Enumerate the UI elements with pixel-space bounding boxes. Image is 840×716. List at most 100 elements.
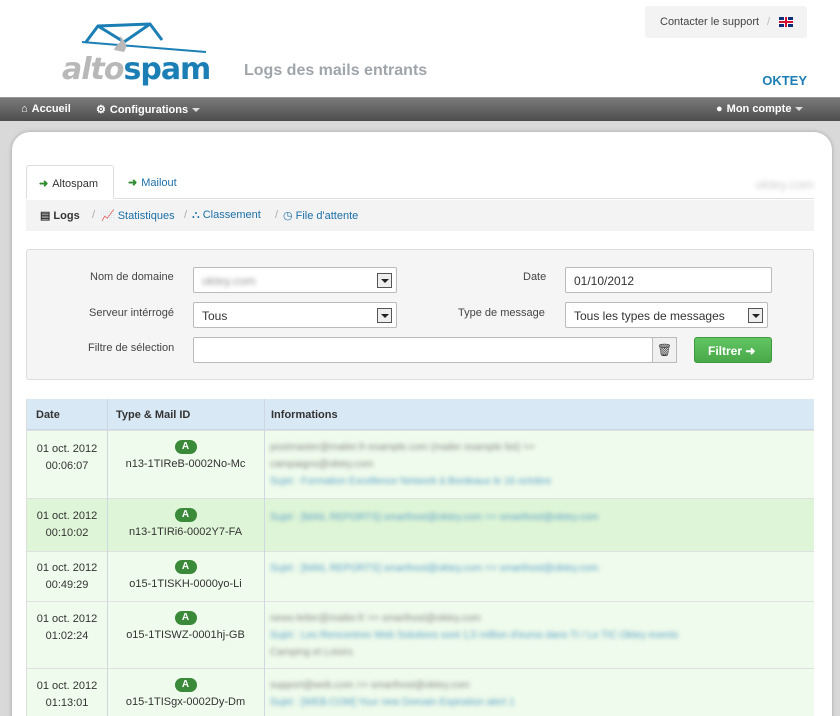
user-icon: ●: [716, 103, 723, 115]
message-type-select[interactable]: Tous les types de messages: [565, 302, 768, 328]
tab-altospam-label: Altospam: [52, 178, 99, 190]
nav-configurations-label: Configurations: [109, 104, 189, 116]
table-header: Date Type & Mail ID Informations: [27, 399, 814, 430]
selection-filter-label: Filtre de sélection: [88, 342, 175, 354]
row-date: 01 oct. 2012: [36, 613, 98, 625]
nav-home-label: Accueil: [31, 103, 71, 115]
info-recipient: campaigns@oktey.com: [270, 459, 374, 470]
nav-configurations[interactable]: ⚙ Configurations: [96, 103, 201, 116]
mail-id[interactable]: n13-1TIReB-0002No-Mc: [107, 458, 264, 470]
page-title: Logs des mails entrants: [244, 62, 428, 79]
chart-icon: 📈: [101, 210, 115, 222]
mail-id[interactable]: o15-1TISWZ-0001hj-GB: [107, 629, 264, 641]
server-label: Serveur intérrogé: [89, 307, 174, 319]
row-date: 01 oct. 2012: [36, 680, 98, 692]
support-link[interactable]: Contacter le support: [660, 16, 759, 28]
filter-button[interactable]: Filtrer ➜: [694, 337, 772, 363]
info-sender: news-letter@mailer.fr >> smarthost@oktey…: [270, 613, 481, 624]
hierarchy-icon: ⛬: [192, 209, 200, 221]
chevron-down-icon: [192, 108, 201, 113]
row-time: 01:02:24: [45, 630, 89, 642]
server-select[interactable]: Tous: [193, 302, 397, 328]
logo-alto: alto: [62, 52, 124, 87]
table-row[interactable]: 01 oct. 2012 00:49:29 Ao15-1TISKH-0000yo-…: [27, 551, 814, 601]
table-row[interactable]: 01 oct. 2012 00:06:07 An13-1TIReB-0002No-…: [27, 430, 814, 498]
column-header-date[interactable]: Date: [36, 409, 60, 421]
uk-flag-icon[interactable]: [779, 17, 793, 27]
info-subject: Sujet : [MAIL REPORTS] smarthost@oktey.c…: [270, 512, 599, 523]
home-icon: ⌂: [21, 103, 28, 115]
chevron-down-icon[interactable]: [377, 273, 392, 288]
subnav-separator: /: [184, 209, 188, 221]
type-badge: A: [174, 440, 197, 454]
type-badge: A: [174, 611, 197, 625]
altospam-logo[interactable]: altospam: [58, 20, 218, 92]
mail-id[interactable]: o15-1TISKH-0000yo-Li: [107, 578, 264, 590]
trash-icon[interactable]: 🗑: [652, 337, 677, 363]
row-time: 00:10:02: [45, 527, 89, 539]
logs-table: Date Type & Mail ID Informations 01 oct.…: [26, 399, 814, 716]
tab-altospam[interactable]: ➜ Altospam: [26, 165, 114, 199]
row-date: 01 oct. 2012: [36, 510, 98, 522]
service-tabs: ➜ Altospam ➜ Mailout oktey.com: [26, 165, 814, 199]
column-header-info[interactable]: Informations: [271, 409, 338, 421]
type-badge: A: [174, 678, 197, 692]
subnav-separator: /: [92, 209, 96, 221]
logo-text: altospam: [62, 52, 211, 87]
selection-filter-input[interactable]: [193, 337, 653, 363]
nav-account-label: Mon compte: [726, 103, 792, 115]
column-divider: [107, 399, 108, 716]
server-select-value: Tous: [202, 309, 228, 323]
row-time: 01:13:01: [45, 697, 89, 709]
column-header-type[interactable]: Type & Mail ID: [116, 409, 190, 421]
row-time: 00:49:29: [45, 579, 89, 591]
gear-icon: ⚙: [96, 104, 106, 116]
tab-mailout-label: Mailout: [141, 177, 177, 189]
table-row[interactable]: 01 oct. 2012 01:13:01 Ao15-1TISgx-0002Dy-…: [27, 668, 814, 716]
chevron-down-icon[interactable]: [377, 308, 392, 323]
date-input[interactable]: 01/10/2012: [565, 267, 772, 293]
subnav-file-attente-label: File d'attente: [295, 210, 359, 222]
subnav-logs[interactable]: ▤ Logs: [40, 209, 80, 222]
nav-home[interactable]: ⌂ Accueil: [21, 103, 71, 115]
subnav-statistiques[interactable]: 📈 Statistiques: [101, 209, 175, 222]
row-time: 00:06:07: [45, 460, 89, 472]
subnav-logs-label: Logs: [53, 210, 80, 222]
subnav-statistiques-label: Statistiques: [117, 210, 175, 222]
mail-id[interactable]: o15-1TISgx-0002Dy-Dm: [107, 696, 264, 708]
table-row[interactable]: 01 oct. 2012 01:02:24 Ao15-1TISWZ-0001hj-…: [27, 601, 814, 668]
info-sender: support@web.com >> smarthost@oktey.com: [270, 680, 470, 691]
table-row[interactable]: 01 oct. 2012 00:10:02 An13-1TIRi6-0002Y7-…: [27, 498, 814, 551]
domain-select[interactable]: oktey.com: [193, 267, 397, 293]
info-subject: Sujet : Formation Excellence Network à B…: [270, 476, 552, 487]
logo-spam: spam: [123, 52, 211, 87]
chevron-down-icon[interactable]: [748, 308, 763, 323]
sign-in-icon: ➜: [39, 178, 49, 190]
subnav-file-attente[interactable]: ◷ File d'attente: [283, 209, 358, 222]
info-subject: Sujet : [WEB.COM] Your new Domain Expira…: [270, 697, 515, 708]
type-badge: A: [174, 560, 197, 574]
info-extra: Camping et Loisirs: [270, 647, 353, 658]
clock-icon: ◷: [283, 210, 293, 222]
tab-mailout[interactable]: ➜ Mailout: [116, 165, 189, 199]
info-subject: Sujet : [MAIL REPORTS] smarthost@oktey.c…: [270, 563, 599, 574]
company-name: OKTEY: [762, 73, 807, 88]
nav-account[interactable]: ● Mon compte: [716, 103, 804, 115]
support-separator: /: [767, 16, 771, 28]
row-date: 01 oct. 2012: [36, 562, 98, 574]
support-box: Contacter le support /: [645, 6, 807, 38]
sign-out-icon: ➜: [128, 177, 138, 189]
date-label: Date: [523, 271, 547, 283]
subnav-classement-label: Classement: [202, 209, 261, 221]
book-icon: ▤: [40, 210, 51, 222]
domain-label: Nom de domaine: [90, 271, 174, 283]
message-type-select-value: Tous les types de messages: [574, 309, 725, 323]
main-navbar: ⌂ Accueil ⚙ Configurations ● Mon compte: [0, 97, 840, 121]
sub-navigation: ▤ Logs / 📈 Statistiques / ⛬ Classement / ◷ F…: [26, 200, 814, 231]
domain-select-value: oktey.com: [202, 274, 256, 288]
type-badge: A: [174, 508, 197, 522]
subnav-classement[interactable]: ⛬ Classement: [192, 209, 261, 222]
mail-id[interactable]: n13-1TIRi6-0002Y7-FA: [107, 526, 264, 538]
chevron-down-icon: [795, 107, 804, 112]
row-date: 01 oct. 2012: [36, 443, 98, 455]
